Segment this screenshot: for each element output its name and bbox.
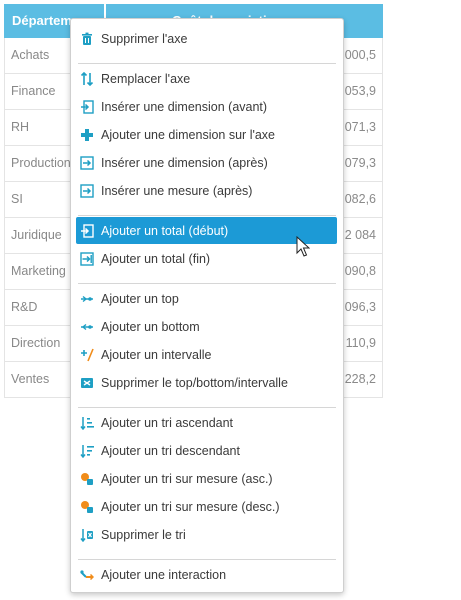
sort-asc-icon [80, 416, 94, 430]
trash-icon [80, 32, 94, 46]
menu-item-label: Insérer une dimension (avant) [101, 99, 268, 114]
menu-separator [78, 63, 336, 64]
menu-item-label: Ajouter une interaction [101, 567, 227, 582]
mouse-cursor-icon [296, 235, 311, 258]
menu-item-sort-ascending[interactable]: Ajouter un tri ascendant [76, 409, 337, 436]
menu-item-label: Ajouter un bottom [101, 319, 200, 334]
menu-item-label: Insérer une mesure (après) [101, 183, 253, 198]
add-dimension-icon [80, 128, 94, 142]
menu-item-custom-sort-descending[interactable]: Ajouter un tri sur mesure (desc.) [76, 493, 337, 520]
menu-item-sort-descending[interactable]: Ajouter un tri descendant [76, 437, 337, 464]
menu-item-label: Ajouter un total (début) [101, 223, 229, 238]
total-end-icon [80, 251, 94, 266]
menu-item-label: Ajouter un tri sur mesure (asc.) [101, 471, 273, 486]
menu-separator [78, 559, 336, 560]
menu-item-custom-sort-ascending[interactable]: Ajouter un tri sur mesure (asc.) [76, 465, 337, 492]
menu-item-label: Ajouter un tri sur mesure (desc.) [101, 499, 280, 514]
menu-separator [78, 215, 336, 216]
top-icon [80, 292, 94, 306]
menu-item-insert-dimension-before[interactable]: Insérer une dimension (avant) [76, 93, 337, 120]
menu-separator [78, 407, 336, 408]
menu-item-replace-axis[interactable]: Remplacer l'axe [76, 65, 337, 92]
menu-item-label: Ajouter un tri descendant [101, 443, 240, 458]
menu-item-remove-sort[interactable]: Supprimer le tri [76, 521, 337, 548]
custom-sort-asc-icon [80, 472, 94, 486]
menu-item-label: Supprimer le top/bottom/intervalle [101, 375, 288, 390]
menu-item-label: Remplacer l'axe [101, 71, 191, 86]
menu-item-label: Ajouter un tri ascendant [101, 415, 234, 430]
interval-icon [80, 348, 94, 362]
swap-icon [80, 71, 94, 86]
menu-item-add-interaction[interactable]: Ajouter une interaction [76, 561, 337, 588]
menu-item-add-dimension-on-axis[interactable]: Ajouter une dimension sur l'axe [76, 121, 337, 148]
menu-item-label: Supprimer le tri [101, 527, 186, 542]
sort-desc-icon [80, 444, 94, 458]
menu-item-label: Ajouter un total (fin) [101, 251, 211, 266]
bottom-icon [80, 320, 94, 334]
remove-filter-icon [80, 376, 94, 390]
menu-item-add-interval[interactable]: Ajouter un intervalle [76, 341, 337, 368]
menu-item-add-bottom[interactable]: Ajouter un bottom [76, 313, 337, 340]
menu-item-insert-dimension-after[interactable]: Insérer une dimension (après) [76, 149, 337, 176]
menu-item-label: Supprimer l'axe [101, 31, 188, 46]
menu-item-insert-measure-after[interactable]: Insérer une mesure (après) [76, 177, 337, 204]
insert-before-icon [80, 99, 94, 114]
custom-sort-desc-icon [80, 500, 94, 514]
total-start-icon [80, 223, 94, 238]
remove-sort-icon [80, 528, 94, 542]
menu-item-label: Ajouter un intervalle [101, 347, 212, 362]
insert-after-icon [80, 155, 94, 170]
menu-item-add-top[interactable]: Ajouter un top [76, 285, 337, 312]
menu-item-remove-top-bottom-interval[interactable]: Supprimer le top/bottom/intervalle [76, 369, 337, 396]
menu-item-label: Ajouter un top [101, 291, 179, 306]
menu-item-label: Ajouter une dimension sur l'axe [101, 127, 276, 142]
menu-item-remove-axis[interactable]: Supprimer l'axe [76, 25, 337, 52]
menu-separator [78, 283, 336, 284]
context-menu: Supprimer l'axe Remplacer l'axe Insérer … [70, 18, 344, 593]
interaction-icon [80, 568, 94, 582]
insert-measure-icon [80, 183, 94, 198]
menu-item-label: Insérer une dimension (après) [101, 155, 268, 170]
